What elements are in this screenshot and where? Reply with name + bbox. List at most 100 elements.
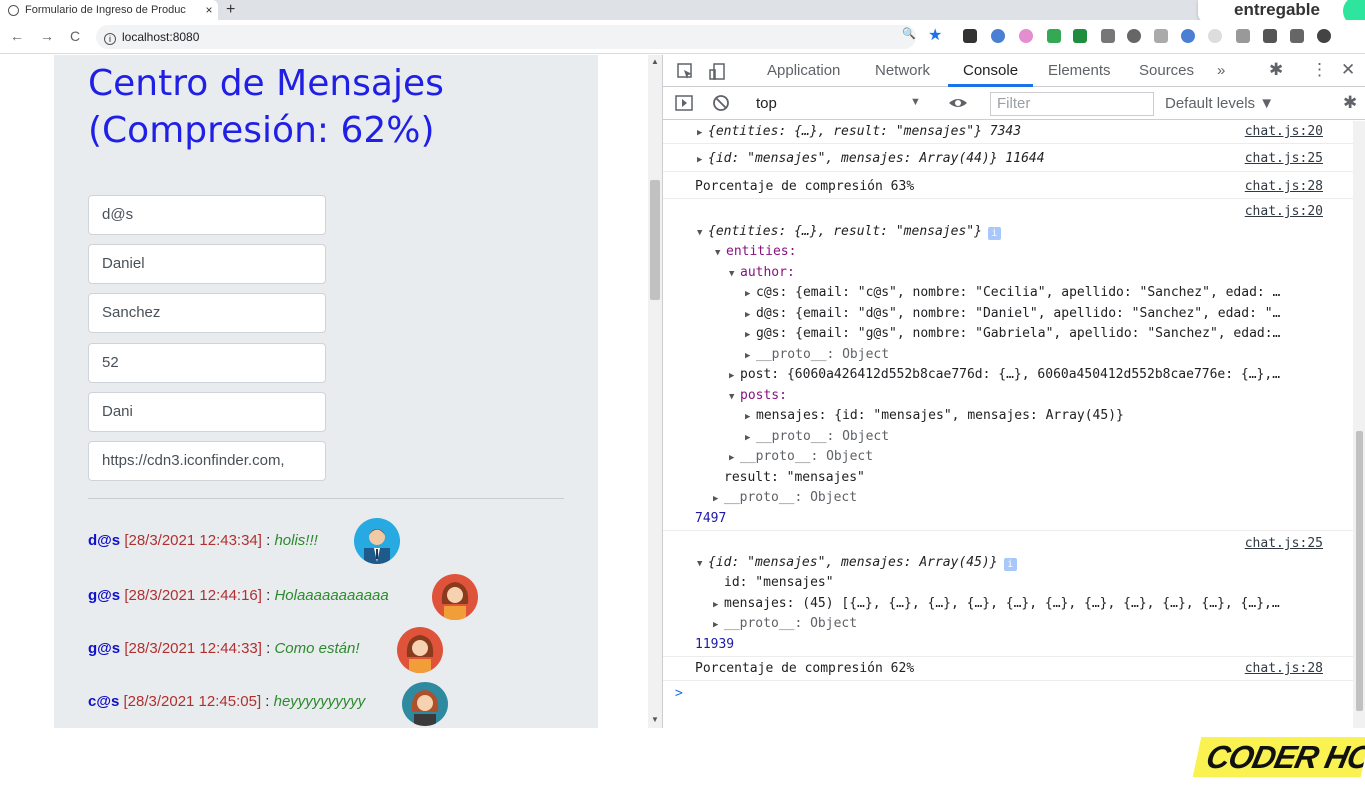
filter-input[interactable]: Filter	[990, 92, 1154, 116]
kebab-menu-icon[interactable]: ⋮	[1311, 60, 1328, 80]
extension-icon[interactable]	[1236, 29, 1250, 43]
console-line: Porcentaje de compresión 62% chat.js:28	[663, 658, 1353, 679]
message-separator: :	[261, 587, 275, 604]
extension-icon[interactable]	[1019, 29, 1033, 43]
console-prompt[interactable]: >	[663, 683, 1353, 704]
row-separator	[663, 656, 1353, 657]
extension-icon[interactable]	[991, 29, 1005, 43]
message-item: c@s [28/3/2021 12:45:05] : heyyyyyyyyyy	[88, 692, 365, 712]
tab-title: Formulario de Ingreso de Produc	[25, 4, 186, 16]
avatar	[354, 518, 400, 564]
extension-icon[interactable]	[1127, 29, 1141, 43]
more-tabs-button[interactable]: »	[1217, 62, 1225, 79]
puzzle-icon[interactable]	[1263, 29, 1277, 43]
back-icon[interactable]: ←	[10, 28, 24, 44]
console-line[interactable]: ▼ author:	[663, 262, 1353, 283]
tab-close-icon[interactable]: ×	[200, 3, 218, 17]
console-line: 11939	[695, 637, 735, 652]
site-info-icon[interactable]: i	[104, 33, 116, 45]
levels-dropdown[interactable]: Default levels ▼	[1165, 95, 1274, 112]
console-line[interactable]: ▶ __proto__: Object	[663, 613, 1353, 634]
tab-console[interactable]: Console	[963, 62, 1018, 79]
extension-icon[interactable]	[963, 29, 977, 43]
console-line: 7497	[695, 511, 727, 526]
page-title: Centro de Mensajes (Compresión: 62%)	[88, 60, 444, 154]
extension-icon[interactable]	[1154, 29, 1168, 43]
lastname-field[interactable]: Sanchez	[88, 293, 326, 333]
female-avatar-icon	[411, 690, 439, 726]
console-line[interactable]: ▶ {id: "mensajes", mensajes: Array(44)} 1…	[663, 148, 1353, 169]
name-field[interactable]: Daniel	[88, 244, 326, 284]
tab-sources[interactable]: Sources	[1139, 62, 1194, 79]
console-settings-icon[interactable]: ✱	[1343, 93, 1357, 113]
source-link[interactable]: chat.js:20	[1245, 201, 1323, 222]
console-line[interactable]: ▶ __proto__: Object	[663, 426, 1353, 447]
console-line[interactable]: ▶ __proto__: Object	[663, 487, 1353, 508]
console-line[interactable]: ▶ {entities: {…}, result: "mensajes"} 734…	[663, 121, 1353, 142]
console-line[interactable]: ▶ mensajes: {id: "mensajes", mensajes: Ar…	[663, 405, 1353, 426]
title-line-2: (Compresión: 62%)	[88, 110, 435, 151]
source-link[interactable]: chat.js:28	[1245, 176, 1323, 197]
clear-console-icon[interactable]	[712, 94, 730, 116]
alias-field[interactable]: Dani	[88, 392, 326, 432]
source-link[interactable]: chat.js:20	[1245, 121, 1323, 142]
reload-icon[interactable]: C	[70, 28, 80, 44]
avatar	[432, 574, 478, 620]
console-line[interactable]: ▶ d@s: {email: "d@s", nombre: "Daniel", a…	[663, 303, 1353, 324]
source-link[interactable]: chat.js:28	[1245, 658, 1323, 679]
age-field[interactable]: 52	[88, 343, 326, 383]
info-icon: i	[1003, 558, 1017, 571]
message-date: [28/3/2021 12:44:33]	[124, 640, 262, 657]
console-line[interactable]: ▶ __proto__: Object	[663, 446, 1353, 467]
device-toolbar-icon[interactable]	[709, 62, 727, 84]
tab-application[interactable]: Application	[767, 62, 840, 79]
console-line[interactable]: ▶ mensajes: (45) [{…}, {…}, {…}, {…}, {…}…	[663, 593, 1353, 614]
context-selector[interactable]: top	[756, 95, 777, 112]
extension-icon[interactable]	[1047, 29, 1061, 43]
url-input[interactable]: i localhost:8080	[96, 25, 916, 49]
source-link[interactable]: chat.js:25	[1245, 533, 1323, 554]
eye-icon[interactable]	[948, 94, 968, 116]
scrollbar-thumb[interactable]	[650, 180, 660, 300]
context-dropdown-icon[interactable]: ▼	[910, 96, 921, 108]
console-line[interactable]: ▶ __proto__: Object	[663, 344, 1353, 365]
console-line[interactable]: ▶ g@s: {email: "g@s", nombre: "Gabriela",…	[663, 323, 1353, 344]
new-tab-button[interactable]: +	[226, 0, 235, 20]
page-scrollbar[interactable]: ▲ ▼	[648, 55, 662, 728]
email-field[interactable]: d@s	[88, 195, 326, 235]
inspect-icon[interactable]	[676, 62, 694, 84]
source-link[interactable]: chat.js:25	[1245, 148, 1323, 169]
extension-icon[interactable]	[1208, 29, 1222, 43]
bookmark-star-icon[interactable]: ★	[928, 25, 942, 45]
console-line: chat.js:25	[663, 533, 1353, 554]
media-icon[interactable]	[1290, 29, 1304, 43]
close-icon[interactable]: ✕	[1341, 60, 1355, 80]
extension-icon[interactable]	[1073, 29, 1087, 43]
badge-label: entregable	[1234, 0, 1320, 19]
console-line[interactable]: ▼ {entities: {…}, result: "mensajes"} i	[663, 221, 1353, 242]
forward-icon[interactable]: →	[40, 28, 54, 44]
scroll-down-icon[interactable]: ▼	[651, 715, 659, 724]
console-line[interactable]: ▶ c@s: {email: "c@s", nombre: "Cecilia", …	[663, 282, 1353, 303]
url-text: localhost:8080	[122, 30, 200, 44]
extension-icon[interactable]	[1101, 29, 1115, 43]
scroll-up-icon[interactable]: ▲	[651, 57, 659, 66]
zoom-icon[interactable]: 🔍	[902, 27, 916, 40]
console-line[interactable]: ▼ {id: "mensajes", mensajes: Array(45)} i	[663, 552, 1353, 573]
avatar-url-field[interactable]: https://cdn3.iconfinder.com,	[88, 441, 326, 481]
gear-icon[interactable]: ✱	[1269, 60, 1283, 80]
console-scrollbar[interactable]	[1353, 121, 1365, 728]
scrollbar-thumb[interactable]	[1356, 431, 1363, 711]
profile-icon[interactable]	[1317, 29, 1331, 43]
console-line[interactable]: ▼ posts:	[663, 385, 1353, 406]
tab-elements[interactable]: Elements	[1048, 62, 1111, 79]
console-line[interactable]: ▶ post: {6060a426412d552b8cae776d: {…}, 6…	[663, 364, 1353, 385]
extension-icon[interactable]	[1181, 29, 1195, 43]
message-text: Holaaaaaaaaaaa	[274, 587, 389, 604]
message-item: g@s [28/3/2021 12:44:16] : Holaaaaaaaaaa…	[88, 586, 389, 606]
console-line[interactable]: ▼ entities:	[663, 241, 1353, 262]
browser-tab[interactable]: Formulario de Ingreso de Produc ×	[0, 0, 218, 20]
sidebar-toggle-icon[interactable]	[675, 94, 693, 116]
devtools-panel: Application Network Console Elements Sou…	[662, 55, 1365, 728]
tab-network[interactable]: Network	[875, 62, 930, 79]
